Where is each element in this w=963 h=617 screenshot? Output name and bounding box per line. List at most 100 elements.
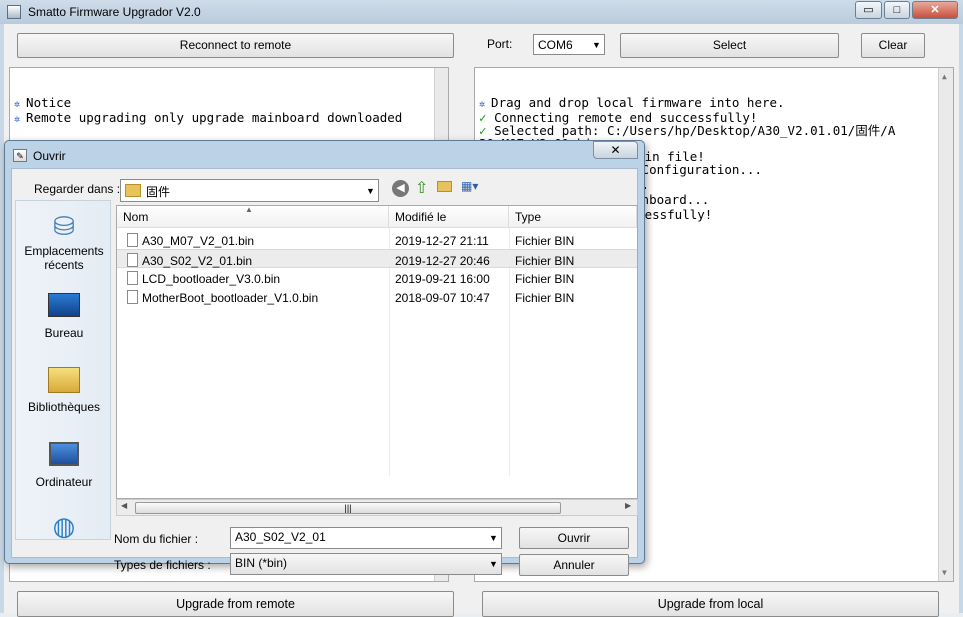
open-button[interactable]: Ouvrir xyxy=(519,527,629,549)
port-select[interactable]: COM6 ▼ xyxy=(533,34,605,55)
upgrade-local-button[interactable]: Upgrade from local xyxy=(482,591,939,617)
info-icon: ✲ xyxy=(479,99,492,110)
open-file-dialog: ✎ Ouvrir ✕ Regarder dans : 固件 ▼ ◀ ⇧ ▦▾ ⛁… xyxy=(4,140,645,576)
place-label: Emplacements récents xyxy=(24,244,104,272)
scroll-left-icon[interactable]: ◀ xyxy=(121,501,127,510)
file-name-cell: A30_S02_V2_01.bin xyxy=(127,253,252,268)
file-row[interactable]: LCD_bootloader_V3.0.bin 2019-09-21 16:00 F… xyxy=(117,268,637,287)
file-modified: 2018-09-07 10:47 xyxy=(395,291,490,305)
chevron-down-icon: ▼ xyxy=(489,533,498,543)
maximize-button[interactable]: □ xyxy=(884,1,910,19)
app-icon xyxy=(7,5,21,19)
file-icon xyxy=(127,253,138,267)
column-name-label: Nom xyxy=(123,210,149,224)
log-text: Notice xyxy=(26,95,72,110)
folder-icon xyxy=(125,184,141,197)
title-bar[interactable]: Smatto Firmware Upgrador V2.0 ▭ □ ✕ xyxy=(0,0,963,24)
dialog-close-button[interactable]: ✕ xyxy=(593,141,638,159)
log-line: ✲ Remote upgrading only upgrade mainboar… xyxy=(14,111,448,126)
file-modified: 2019-09-21 16:00 xyxy=(395,272,490,286)
place-desktop[interactable]: Bureau xyxy=(16,289,112,340)
filetype-label: Types de fichiers : xyxy=(114,558,211,572)
file-row[interactable]: A30_S02_V2_01.bin 2019-12-27 20:46 Fichier… xyxy=(117,249,637,268)
new-folder-icon[interactable] xyxy=(437,181,452,192)
place-network[interactable]: ◍ xyxy=(16,511,112,544)
filename-value: A30_S02_V2_01 xyxy=(235,530,326,544)
file-type: Fichier BIN xyxy=(515,272,575,286)
computer-icon xyxy=(48,442,80,472)
file-name-cell: A30_M07_V2_01.bin xyxy=(127,233,254,248)
filename-input[interactable]: A30_S02_V2_01 ▼ xyxy=(230,527,502,549)
place-recent[interactable]: ⛁ Emplacements récents xyxy=(16,211,112,272)
place-libraries[interactable]: Bibliothèques xyxy=(16,364,112,414)
file-name: A30_S02_V2_01.bin xyxy=(142,254,253,268)
chevron-down-icon: ▼ xyxy=(366,186,375,196)
file-modified: 2019-12-27 20:46 xyxy=(395,254,490,268)
filetype-value: BIN (*bin) xyxy=(235,556,288,570)
place-label: Bureau xyxy=(44,326,84,340)
dialog-icon: ✎ xyxy=(13,149,27,162)
scroll-down-icon[interactable]: ▼ xyxy=(942,566,947,579)
log-line: ✲ Drag and drop local firmware into here… xyxy=(479,96,953,111)
file-row[interactable]: A30_M07_V2_01.bin 2019-12-27 21:11 Fichier… xyxy=(117,230,637,249)
window-title: Smatto Firmware Upgrador V2.0 xyxy=(28,5,201,19)
file-name-cell: LCD_bootloader_V3.0.bin xyxy=(127,271,280,286)
clear-button[interactable]: Clear xyxy=(861,33,925,58)
back-icon[interactable]: ◀ xyxy=(392,180,409,197)
column-name[interactable]: Nom ▲ xyxy=(117,205,389,228)
column-type[interactable]: Type xyxy=(509,206,637,228)
look-in-value: 固件 xyxy=(146,185,171,199)
file-row[interactable]: MotherBoot_bootloader_V1.0.bin 2018-09-07… xyxy=(117,287,637,306)
up-folder-icon[interactable]: ⇧ xyxy=(415,178,428,198)
select-button[interactable]: Select xyxy=(620,33,839,58)
chevron-down-icon: ▼ xyxy=(592,40,601,50)
dialog-title: Ouvrir xyxy=(33,149,66,163)
log-text: Remote upgrading only upgrade mainboard … xyxy=(26,110,403,125)
file-modified: 2019-12-27 21:11 xyxy=(395,234,489,248)
column-modified[interactable]: Modifié le xyxy=(389,206,509,228)
view-menu-icon[interactable]: ▦▾ xyxy=(461,179,489,195)
dialog-body: Regarder dans : 固件 ▼ ◀ ⇧ ▦▾ ⛁ Emplacemen… xyxy=(11,168,638,576)
file-type: Fichier BIN xyxy=(515,291,575,305)
reconnect-button[interactable]: Reconnect to remote xyxy=(17,33,454,58)
file-icon xyxy=(127,233,138,247)
filename-label: Nom du fichier : xyxy=(114,532,199,546)
place-label: Ordinateur xyxy=(35,475,93,489)
info-icon: ✲ xyxy=(14,114,27,125)
info-icon: ✲ xyxy=(14,99,27,110)
file-icon xyxy=(127,271,138,285)
file-name: A30_M07_V2_01.bin xyxy=(142,234,255,248)
cancel-button[interactable]: Annuler xyxy=(519,554,629,576)
port-value: COM6 xyxy=(538,38,573,52)
log-text: Drag and drop local firmware into here. xyxy=(491,95,785,110)
file-icon xyxy=(127,290,138,304)
file-list[interactable]: Nom ▲ Modifié le Type A30_M07_V2_01.bin 20… xyxy=(116,205,638,499)
place-computer[interactable]: Ordinateur xyxy=(16,438,112,489)
file-name: MotherBoot_bootloader_V1.0.bin xyxy=(142,291,319,305)
local-log-scrollbar[interactable]: ▲ ▼ xyxy=(938,68,953,581)
hscroll-thumb[interactable]: ||| xyxy=(135,502,561,514)
scroll-up-icon[interactable]: ▲ xyxy=(942,70,947,83)
look-in-label: Regarder dans : xyxy=(34,182,121,196)
close-button[interactable]: ✕ xyxy=(912,1,958,19)
upgrade-remote-button[interactable]: Upgrade from remote xyxy=(17,591,454,617)
file-name-cell: MotherBoot_bootloader_V1.0.bin xyxy=(127,290,318,305)
sort-asc-icon: ▲ xyxy=(245,205,253,214)
minimize-button[interactable]: ▭ xyxy=(855,1,882,19)
file-type: Fichier BIN xyxy=(515,234,575,248)
recent-places-icon: ⛁ xyxy=(53,211,75,241)
network-icon: ◍ xyxy=(52,511,76,541)
scroll-right-icon[interactable]: ▶ xyxy=(625,501,631,510)
file-list-hscrollbar[interactable]: ◀ ||| ▶ xyxy=(116,499,638,516)
desktop-icon xyxy=(48,293,80,323)
libraries-icon xyxy=(48,367,80,397)
places-bar: ⛁ Emplacements récents Bureau Bibliothèq… xyxy=(15,200,112,541)
port-label: Port: xyxy=(487,37,513,51)
place-label: Bibliothèques xyxy=(27,400,101,414)
filetype-select[interactable]: BIN (*bin) ▼ xyxy=(230,553,502,575)
chevron-down-icon: ▼ xyxy=(489,559,498,569)
log-line: ✲ Notice xyxy=(14,96,448,111)
file-name: LCD_bootloader_V3.0.bin xyxy=(142,272,281,286)
look-in-select[interactable]: 固件 ▼ xyxy=(120,179,379,202)
file-type: Fichier BIN xyxy=(515,254,575,268)
